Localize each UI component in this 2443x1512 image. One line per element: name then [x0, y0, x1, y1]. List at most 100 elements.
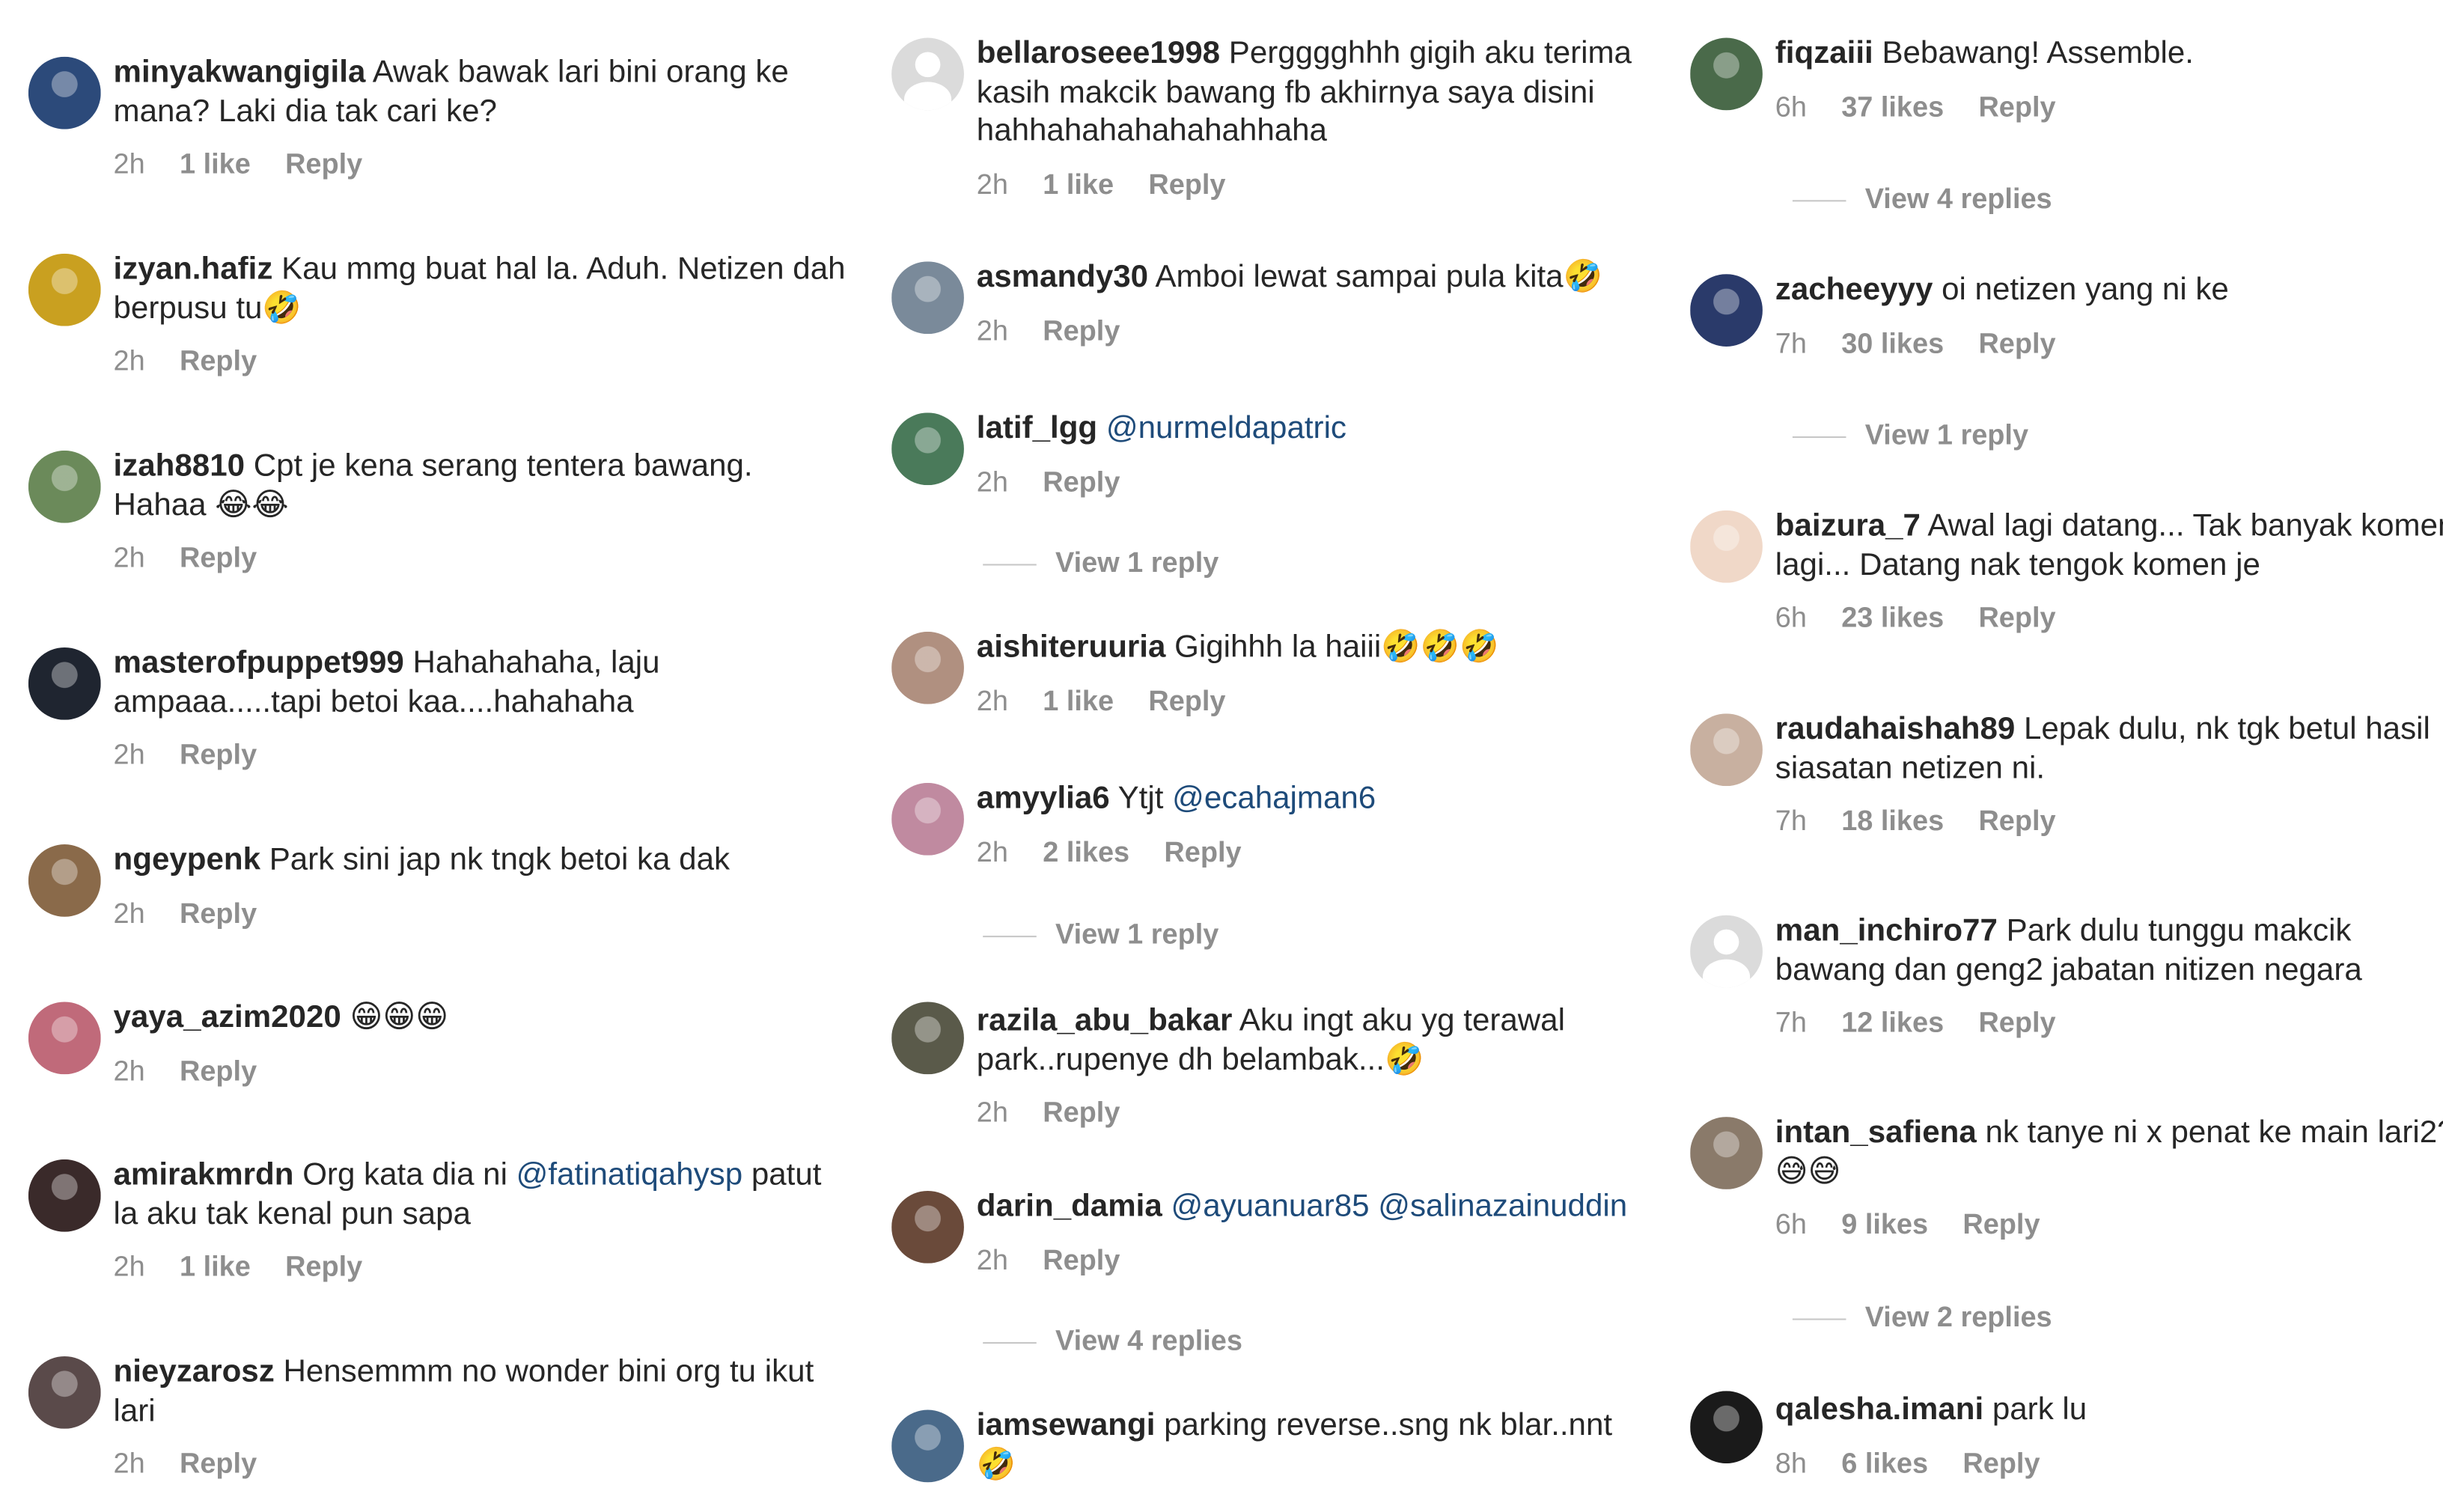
- comment-username[interactable]: darin_damia: [977, 1189, 1162, 1224]
- comment-username[interactable]: baizura_7: [1775, 509, 1921, 543]
- view-replies-button[interactable]: View 1 reply: [983, 546, 1219, 579]
- comment-mention[interactable]: @nurmeldapatric: [1106, 411, 1346, 445]
- comment-likes[interactable]: 9 likes: [1841, 1208, 1928, 1240]
- reply-button[interactable]: Reply: [180, 542, 257, 573]
- comment-time: 2h: [113, 897, 145, 929]
- comment-username[interactable]: amyylia6: [977, 781, 1110, 816]
- reply-button[interactable]: Reply: [1148, 684, 1225, 716]
- view-replies-button[interactable]: View 4 replies: [1793, 183, 2052, 216]
- reply-button[interactable]: Reply: [180, 1055, 257, 1086]
- comment-mention[interactable]: @ayuanuar85 @salinazainuddin: [1171, 1189, 1627, 1224]
- reply-button[interactable]: Reply: [1978, 805, 2055, 836]
- avatar[interactable]: [28, 253, 101, 326]
- reply-button[interactable]: Reply: [1043, 1097, 1120, 1128]
- avatar[interactable]: [28, 450, 101, 523]
- comment-likes[interactable]: 1 like: [180, 1251, 251, 1282]
- comment-likes[interactable]: 1 like: [1043, 168, 1114, 199]
- reply-button[interactable]: Reply: [285, 1251, 362, 1282]
- comment-mention[interactable]: @fatinatiqahysp: [516, 1158, 742, 1192]
- comment-time: 6h: [1775, 601, 1807, 634]
- comment-username[interactable]: minyakwangigila: [114, 55, 366, 90]
- avatar[interactable]: [28, 56, 101, 129]
- avatar[interactable]: [891, 261, 964, 335]
- comment-username[interactable]: nieyzarosz: [114, 1355, 275, 1389]
- reply-button[interactable]: Reply: [1043, 466, 1120, 497]
- comment-time: 6h: [1775, 91, 1807, 123]
- avatar[interactable]: [891, 37, 964, 111]
- comment-likes[interactable]: 1 like: [1043, 684, 1114, 716]
- reply-button[interactable]: Reply: [1962, 1447, 2040, 1478]
- avatar[interactable]: [28, 647, 101, 720]
- comment-likes[interactable]: 37 likes: [1841, 91, 1944, 122]
- comment-likes[interactable]: 18 likes: [1841, 805, 1944, 836]
- comment-likes[interactable]: 6 likes: [1841, 1447, 1928, 1478]
- comment-username[interactable]: razila_abu_bakar: [977, 1004, 1233, 1038]
- reply-button[interactable]: Reply: [1043, 1244, 1120, 1275]
- comment-likes[interactable]: 2 likes: [1043, 835, 1129, 867]
- comment-username[interactable]: intan_safiena: [1775, 1115, 1977, 1150]
- comment-time: 8h: [1775, 1446, 1807, 1479]
- avatar[interactable]: [28, 1002, 101, 1075]
- comment-likes[interactable]: 23 likes: [1841, 602, 1944, 633]
- avatar[interactable]: [1690, 274, 1763, 347]
- avatar[interactable]: [891, 1002, 964, 1075]
- comment-username[interactable]: man_inchiro77: [1775, 914, 1998, 948]
- reply-button[interactable]: Reply: [285, 148, 362, 180]
- comment-likes[interactable]: 12 likes: [1841, 1007, 1944, 1038]
- reply-button[interactable]: Reply: [1978, 1007, 2055, 1038]
- comment-username[interactable]: aishiteruuria: [977, 630, 1166, 665]
- avatar[interactable]: [891, 412, 964, 486]
- comment-username[interactable]: iamsewangi: [977, 1408, 1156, 1442]
- comment-likes[interactable]: 30 likes: [1841, 327, 1944, 359]
- reply-button[interactable]: Reply: [180, 345, 257, 377]
- reply-button[interactable]: Reply: [1148, 168, 1225, 199]
- avatar[interactable]: [891, 631, 964, 704]
- comment-username[interactable]: qalesha.imani: [1775, 1392, 1983, 1427]
- avatar[interactable]: [28, 844, 101, 917]
- comment-time: 2h: [976, 1096, 1008, 1128]
- avatar[interactable]: [891, 1409, 964, 1483]
- comment-time: 2h: [113, 344, 145, 377]
- reply-button[interactable]: Reply: [1043, 314, 1120, 346]
- avatar[interactable]: [1690, 510, 1763, 583]
- view-replies-button[interactable]: View 1 reply: [983, 918, 1219, 951]
- comment-likes[interactable]: 1 like: [180, 148, 251, 180]
- comment-username[interactable]: bellaroseee1998: [977, 36, 1220, 70]
- comment-time: 2h: [976, 168, 1008, 200]
- reply-button[interactable]: Reply: [1978, 602, 2055, 633]
- avatar[interactable]: [1690, 713, 1763, 787]
- comment-username[interactable]: asmandy30: [977, 260, 1148, 294]
- reply-button[interactable]: Reply: [1978, 91, 2055, 122]
- reply-button[interactable]: Reply: [1962, 1208, 2040, 1240]
- reply-button[interactable]: Reply: [1978, 327, 2055, 359]
- avatar[interactable]: [1690, 1117, 1763, 1189]
- reply-button[interactable]: Reply: [180, 739, 257, 770]
- comment-text: 😁😁😁: [350, 1000, 449, 1035]
- comment-username[interactable]: izyan.hafiz: [114, 252, 273, 287]
- comment-username[interactable]: amirakmrdn: [114, 1158, 294, 1192]
- view-replies-button[interactable]: View 4 replies: [983, 1325, 1242, 1358]
- comment-time: 2h: [113, 1250, 145, 1283]
- avatar[interactable]: [1690, 37, 1763, 111]
- comment-username[interactable]: zacheeyyy: [1775, 272, 1933, 307]
- comment-username[interactable]: yaya_azim2020: [114, 1000, 341, 1034]
- reply-button[interactable]: Reply: [1164, 835, 1241, 867]
- comment-username[interactable]: ngeypenk: [114, 843, 260, 877]
- comment-username[interactable]: raudahaishah89: [1775, 712, 2016, 746]
- avatar[interactable]: [28, 1159, 101, 1232]
- comment-username[interactable]: fiqzaiii: [1775, 36, 1873, 70]
- avatar[interactable]: [28, 1356, 101, 1429]
- view-replies-button[interactable]: View 2 replies: [1793, 1301, 2052, 1334]
- comment-time: 7h: [1775, 326, 1807, 359]
- reply-button[interactable]: Reply: [180, 897, 257, 929]
- comment-username[interactable]: masterofpuppet999: [114, 646, 404, 680]
- avatar[interactable]: [1690, 915, 1763, 988]
- avatar[interactable]: [891, 1191, 964, 1263]
- comment-username[interactable]: izah8810: [114, 449, 245, 484]
- reply-button[interactable]: Reply: [180, 1448, 257, 1479]
- comment-username[interactable]: latif_lgg: [977, 411, 1097, 445]
- comment-mention[interactable]: @ecahajman6: [1172, 781, 1376, 816]
- view-replies-button[interactable]: View 1 reply: [1793, 419, 2028, 452]
- avatar[interactable]: [891, 782, 964, 856]
- avatar[interactable]: [1690, 1391, 1763, 1464]
